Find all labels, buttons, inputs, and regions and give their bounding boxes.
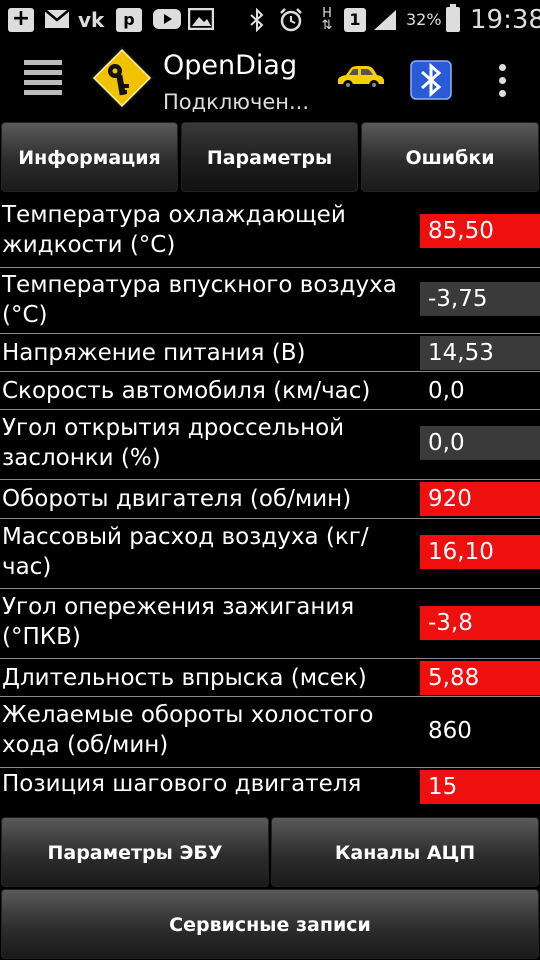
plus-icon: + <box>8 8 34 32</box>
gallery-icon <box>187 7 215 32</box>
parameter-value: 920 <box>420 482 540 516</box>
bluetooth-connection-icon[interactable] <box>410 60 452 100</box>
parameter-label: Угол опережения зажигания (°ПКВ) <box>2 594 355 650</box>
parameter-label: Длительность впрыска (мсек) <box>2 665 367 691</box>
parameter-row: Обороты двигателя (об/мин) 920 <box>0 480 540 519</box>
parameter-label: Желаемые обороты холостого хода (об/мин) <box>2 702 374 758</box>
parameter-value: 15 <box>420 770 540 804</box>
p-icon: p <box>116 8 142 32</box>
parameter-label: Массовый расход воздуха (кг/час) <box>2 524 369 580</box>
service-records-button[interactable]: Сервисные записи <box>1 889 539 959</box>
parameter-row: Угол опережения зажигания (°ПКВ) -3,8 <box>0 589 540 659</box>
parameter-value: -3,75 <box>420 282 540 316</box>
parameter-row: Желаемые обороты холостого хода (об/мин)… <box>0 697 540 768</box>
parameter-row: Позиция шагового двигателя 15 <box>0 768 540 811</box>
parameter-label: Температура охлаждающей жидкости (°C) <box>2 202 346 258</box>
overflow-menu-icon[interactable] <box>495 62 511 100</box>
parameter-value: 0,0 <box>420 426 540 460</box>
status-bar: + vk p H ⇅ 1 32% 19:38 <box>0 0 540 40</box>
mail-icon <box>44 8 70 32</box>
parameter-label: Скорость автомобиля (км/час) <box>2 378 371 404</box>
parameter-value: 860 <box>428 718 472 744</box>
app-title: OpenDiag <box>163 50 298 81</box>
clock-time: 19:38 <box>470 5 540 35</box>
parameter-label: Температура впускного воздуха (°C) <box>2 272 397 328</box>
parameter-value: -3,8 <box>420 606 540 640</box>
tab-errors[interactable]: Ошибки <box>361 122 539 192</box>
parameter-label: Напряжение питания (В) <box>2 340 306 366</box>
parameter-row: Скорость автомобиля (км/час) 0,0 <box>0 372 540 410</box>
connection-status: Подключен... <box>163 90 310 114</box>
car-icon[interactable] <box>334 64 386 94</box>
parameter-value: 85,50 <box>420 214 540 248</box>
parameter-value: 5,88 <box>420 661 540 695</box>
parameter-label: Позиция шагового двигателя <box>2 771 362 797</box>
menu-icon[interactable] <box>24 58 64 98</box>
adc-channels-button[interactable]: Каналы АЦП <box>271 817 539 887</box>
parameter-row: Температура охлаждающей жидкости (°C) 85… <box>0 197 540 268</box>
parameter-value: 14,53 <box>420 336 540 370</box>
tab-bar: Информация Параметры Ошибки <box>0 122 540 194</box>
parameter-row: Температура впускного воздуха (°C) -3,75 <box>0 268 540 334</box>
app-logo-icon[interactable] <box>88 44 156 112</box>
parameter-row: Напряжение питания (В) 14,53 <box>0 334 540 372</box>
sim-icon: 1 <box>344 8 366 32</box>
alarm-icon <box>278 8 304 32</box>
vk-icon: vk <box>78 8 105 32</box>
parameter-row: Угол открытия дроссельной заслонки (%) 0… <box>0 410 540 480</box>
parameter-value: 0,0 <box>428 378 465 404</box>
parameter-value: 16,10 <box>420 535 540 569</box>
parameter-list[interactable]: Температура охлаждающей жидкости (°C) 85… <box>0 197 540 811</box>
parameter-row: Длительность впрыска (мсек) 5,88 <box>0 659 540 697</box>
bluetooth-icon <box>244 7 270 33</box>
tab-parameters[interactable]: Параметры <box>181 122 358 192</box>
battery-percent: 32% <box>406 10 442 29</box>
ecu-params-button[interactable]: Параметры ЭБУ <box>1 817 269 887</box>
action-bar: OpenDiag Подключен... <box>0 40 540 120</box>
youtube-icon <box>152 8 182 32</box>
parameter-label: Угол открытия дроссельной заслонки (%) <box>2 415 345 471</box>
tab-information[interactable]: Информация <box>1 122 178 192</box>
data-arrows-icon: H ⇅ <box>321 6 333 33</box>
battery-icon <box>446 4 460 32</box>
signal-icon <box>372 8 398 32</box>
parameter-label: Обороты двигателя (об/мин) <box>2 486 352 512</box>
parameter-row: Массовый расход воздуха (кг/час) 16,10 <box>0 519 540 589</box>
